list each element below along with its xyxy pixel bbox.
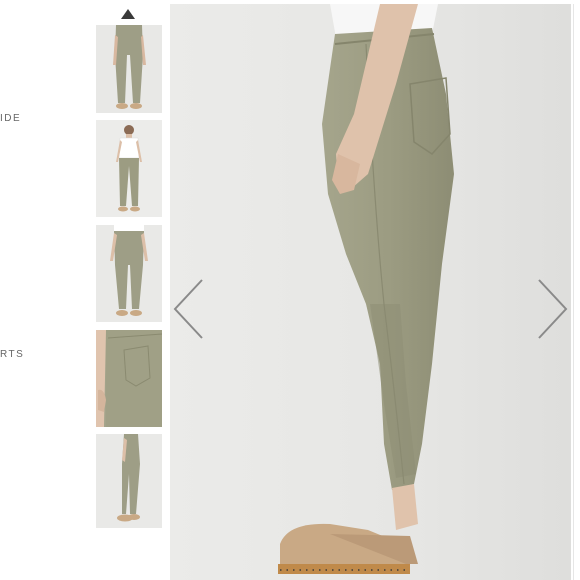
thumbnail-4-image	[96, 330, 162, 427]
chevron-left-icon	[173, 279, 203, 339]
thumbnail-5[interactable]	[96, 434, 162, 528]
thumbnail-4[interactable]	[96, 330, 162, 427]
thumbnail-2[interactable]	[96, 120, 162, 217]
cropped-menu-label[interactable]: RTS	[0, 349, 24, 360]
main-product-image	[170, 4, 571, 580]
next-image-button[interactable]	[535, 278, 569, 340]
divider	[573, 4, 574, 580]
thumbnail-scroll-up-icon[interactable]	[121, 9, 135, 19]
product-photo	[170, 4, 571, 580]
thumbnail-1-image	[96, 25, 162, 113]
thumbnail-3-image	[96, 225, 162, 322]
thumbnail-3[interactable]	[96, 225, 162, 322]
previous-image-button[interactable]	[172, 278, 206, 340]
thumbnail-1[interactable]	[96, 25, 162, 113]
chevron-right-icon	[538, 279, 568, 339]
thumbnail-5-image	[96, 434, 162, 528]
cropped-menu-label[interactable]: IDE	[0, 113, 21, 124]
thumbnail-2-image	[96, 120, 162, 217]
